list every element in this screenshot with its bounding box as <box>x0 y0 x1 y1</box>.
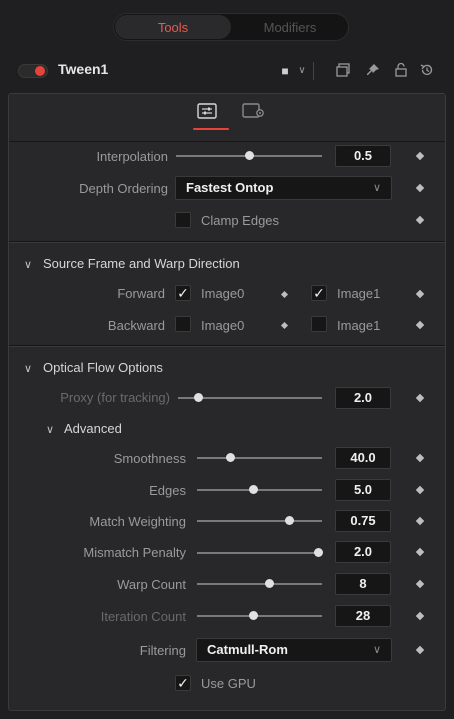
edges-label: Edges <box>149 483 186 498</box>
depth-ordering-label: Depth Ordering <box>79 181 168 196</box>
warp-count-label: Warp Count <box>117 577 186 592</box>
backward-image0-checkbox[interactable] <box>175 316 191 332</box>
forward-image0-checkbox[interactable]: ✓ <box>175 285 191 301</box>
forward-label: Forward <box>117 286 165 301</box>
depth-ordering-value: Fastest Ontop <box>186 180 274 195</box>
edges-value-field[interactable]: 5.0 <box>335 479 391 501</box>
forward-image0-label: Image0 <box>201 286 245 301</box>
iteration-count-slider[interactable] <box>197 615 322 617</box>
edges-slider[interactable] <box>197 489 322 491</box>
toggle-indicator <box>35 66 45 76</box>
section-divider <box>9 346 445 347</box>
node-header: Tween1 ■ ∨ <box>8 52 446 90</box>
pin-icon[interactable] <box>364 62 382 82</box>
filtering-value: Catmull-Rom <box>207 642 288 657</box>
interpolation-value-field[interactable]: 0.5 <box>335 145 391 167</box>
tab-modifiers[interactable]: Modifiers <box>232 14 348 40</box>
warp-count-value-field[interactable]: 8 <box>335 573 391 595</box>
chevron-down-icon[interactable]: ∨ <box>46 423 54 436</box>
backward-image1-checkbox[interactable] <box>311 316 327 332</box>
chevron-down-icon[interactable]: ∨ <box>24 362 32 375</box>
mismatch-penalty-slider-knob[interactable] <box>313 548 323 557</box>
use-gpu-label: Use GPU <box>201 676 256 691</box>
smoothness-label: Smoothness <box>113 451 186 466</box>
match-weighting-value-field[interactable]: 0.75 <box>335 510 391 532</box>
source-frame-section-title[interactable]: Source Frame and Warp Direction <box>43 256 240 271</box>
chevron-down-icon[interactable]: ∨ <box>24 258 32 271</box>
versions-icon[interactable] <box>334 62 352 82</box>
use-gpu-checkbox[interactable]: ✓ <box>175 675 191 691</box>
mismatch-penalty-value-field[interactable]: 2.0 <box>335 541 391 563</box>
advanced-section-title[interactable]: Advanced <box>64 421 122 436</box>
tab-tools[interactable]: Tools <box>115 15 231 39</box>
chevron-down-icon: ∨ <box>372 182 381 194</box>
panel-tab-switcher: Tools Modifiers <box>113 13 349 41</box>
chevron-down-icon: ∨ <box>372 644 381 656</box>
interpolation-slider-knob[interactable] <box>244 151 254 160</box>
reset-icon[interactable] <box>418 62 436 82</box>
match-weighting-slider[interactable] <box>197 520 322 522</box>
inspector-subtabs <box>9 94 445 142</box>
chevron-down-icon[interactable]: ∨ <box>293 62 311 80</box>
warp-count-slider-knob[interactable] <box>265 579 274 588</box>
interpolation-label: Interpolation <box>96 149 168 164</box>
iteration-count-value-field[interactable]: 28 <box>335 605 391 627</box>
mismatch-penalty-label: Mismatch Penalty <box>83 545 186 560</box>
color-swatch-icon[interactable]: ■ <box>276 62 294 80</box>
lock-icon[interactable] <box>392 62 410 82</box>
node-enable-toggle[interactable] <box>18 64 48 78</box>
mismatch-penalty-slider[interactable] <box>197 552 322 554</box>
node-title[interactable]: Tween1 <box>58 61 108 77</box>
smoothness-slider[interactable] <box>197 457 322 459</box>
backward-image0-label: Image0 <box>201 318 245 333</box>
proxy-value-field[interactable]: 2.0 <box>335 387 391 409</box>
forward-image1-label: Image1 <box>337 286 381 301</box>
match-weighting-slider-knob[interactable] <box>285 516 294 525</box>
section-divider <box>9 242 445 243</box>
controls-tab-icon[interactable] <box>197 103 217 119</box>
proxy-label: Proxy (for tracking) <box>60 390 170 405</box>
proxy-slider-knob[interactable] <box>193 393 203 402</box>
match-weighting-label: Match Weighting <box>89 514 186 529</box>
filtering-label: Filtering <box>139 643 186 658</box>
depth-ordering-dropdown[interactable]: Fastest Ontop ∨ <box>175 176 392 200</box>
iteration-count-slider-knob[interactable] <box>248 611 258 620</box>
settings-tab-icon[interactable] <box>242 103 266 119</box>
backward-label: Backward <box>107 318 165 333</box>
edges-slider-knob[interactable] <box>248 485 258 494</box>
warp-count-slider[interactable] <box>197 583 322 585</box>
smoothness-value-field[interactable]: 40.0 <box>335 447 391 469</box>
filtering-dropdown[interactable]: Catmull-Rom ∨ <box>196 638 392 662</box>
clamp-edges-label: Clamp Edges <box>201 213 280 228</box>
backward-image1-label: Image1 <box>337 318 381 333</box>
header-divider <box>313 62 314 80</box>
forward-image1-checkbox[interactable]: ✓ <box>311 285 327 301</box>
clamp-edges-checkbox[interactable] <box>175 212 191 228</box>
active-subtab-indicator <box>193 128 229 130</box>
iteration-count-label: Iteration Count <box>100 609 186 624</box>
optical-flow-section-title[interactable]: Optical Flow Options <box>43 360 163 375</box>
